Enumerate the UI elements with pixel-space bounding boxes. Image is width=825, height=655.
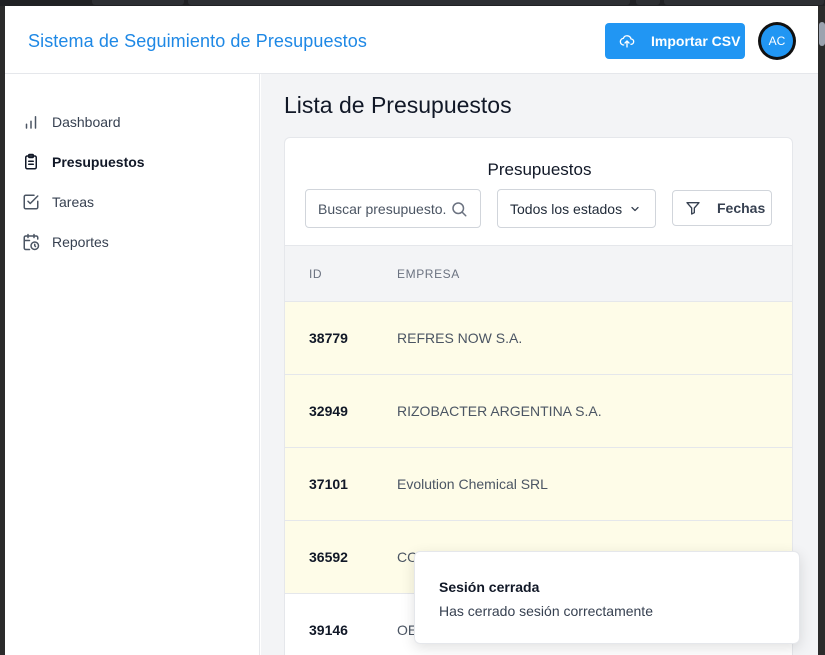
os-tab-segment xyxy=(664,0,824,5)
cell-id: 38779 xyxy=(309,330,348,346)
import-csv-label: Importar CSV xyxy=(651,33,741,49)
avatar: AC xyxy=(761,25,793,57)
sidebar-item-dashboard[interactable]: Dashboard xyxy=(21,110,121,134)
table-header: ID EMPRESA xyxy=(285,245,792,302)
sidebar-item-tareas[interactable]: Tareas xyxy=(21,190,94,214)
table-row[interactable]: 37101 Evolution Chemical SRL xyxy=(285,448,792,521)
dates-filter-button[interactable]: Fechas xyxy=(672,190,772,226)
status-filter-select[interactable]: Todos los estados xyxy=(497,189,656,228)
sidebar-item-label: Dashboard xyxy=(52,114,121,130)
sidebar-item-reportes[interactable]: Reportes xyxy=(21,230,109,254)
checkbox-icon xyxy=(21,192,41,212)
column-header-empresa[interactable]: EMPRESA xyxy=(397,267,460,281)
cell-id: 32949 xyxy=(309,403,348,419)
bar-chart-icon xyxy=(21,112,41,132)
import-csv-button[interactable]: Importar CSV xyxy=(605,23,745,59)
calendar-clock-icon xyxy=(21,232,41,252)
os-tab-segment xyxy=(636,0,660,5)
dates-filter-label: Fechas xyxy=(717,200,766,216)
sidebar-item-label: Presupuestos xyxy=(52,154,145,170)
cell-id: 37101 xyxy=(309,476,348,492)
cell-empresa: REFRES NOW S.A. xyxy=(397,330,523,346)
cell-empresa: RIZOBACTER ARGENTINA S.A. xyxy=(397,403,602,419)
user-avatar-button[interactable]: AC xyxy=(758,22,796,60)
cell-id: 39146 xyxy=(309,622,348,638)
cell-id: 36592 xyxy=(309,549,348,565)
sidebar: Dashboard Presupuestos Tareas Reportes xyxy=(5,74,260,655)
card-title: Presupuestos xyxy=(487,160,592,179)
page-scrollbar-thumb[interactable] xyxy=(819,22,825,46)
clipboard-list-icon xyxy=(21,152,41,172)
table-row[interactable]: 38779 REFRES NOW S.A. xyxy=(285,302,792,375)
sidebar-item-label: Tareas xyxy=(52,194,95,210)
page-title: Lista de Presupuestos xyxy=(284,92,512,118)
cloud-upload-icon xyxy=(619,35,635,48)
os-tab-segment xyxy=(188,0,630,5)
app-title: Sistema de Seguimiento de Presupuestos xyxy=(28,31,367,51)
chevron-down-icon xyxy=(631,206,639,212)
sidebar-item-label: Reportes xyxy=(52,234,109,250)
search-field[interactable] xyxy=(305,189,481,228)
sidebar-item-presupuestos[interactable]: Presupuestos xyxy=(21,150,145,174)
status-filter-value: Todos los estados xyxy=(510,200,623,217)
column-header-id[interactable]: ID xyxy=(309,267,322,281)
filter-icon xyxy=(686,202,700,215)
toast-message: Has cerrado sesión correctamente xyxy=(439,603,653,619)
search-input[interactable] xyxy=(318,200,446,217)
os-tab-segment xyxy=(92,0,184,5)
search-icon xyxy=(452,202,467,217)
toast-title: Sesión cerrada xyxy=(439,579,540,595)
toast-notification: Sesión cerrada Has cerrado sesión correc… xyxy=(414,551,800,644)
top-header: Sistema de Seguimiento de Presupuestos I… xyxy=(5,6,818,74)
table-row[interactable]: 32949 RIZOBACTER ARGENTINA S.A. xyxy=(285,375,792,448)
cell-empresa: Evolution Chemical SRL xyxy=(397,476,548,492)
